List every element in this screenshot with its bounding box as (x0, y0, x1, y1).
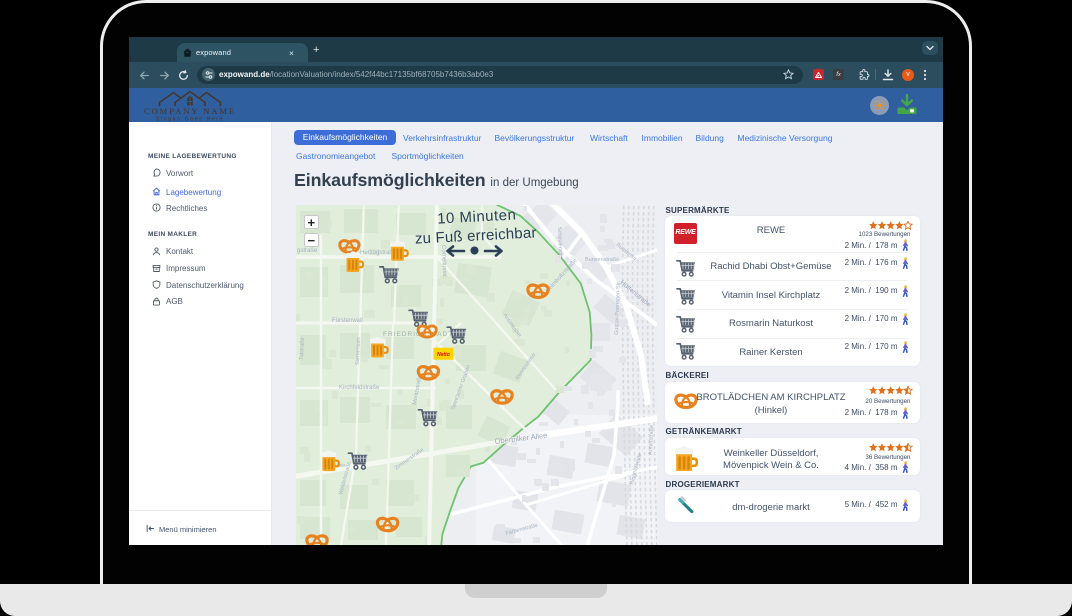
svg-text:Fürstenwall: Fürstenwall (332, 318, 363, 324)
svg-text:Talstraße: Talstraße (299, 337, 306, 360)
svg-text:Scheulenstr.: Scheulenstr. (556, 227, 563, 258)
svg-text:Siemensstr.: Siemensstr. (355, 336, 362, 365)
svg-text:Corneliusstr.: Corneliusstr. (440, 245, 447, 279)
svg-text:Bunsenstraße: Bunsenstraße (585, 257, 619, 263)
svg-text:gstraße: gstraße (297, 248, 318, 254)
svg-text:Arminstraße: Arminstraße (648, 425, 655, 455)
svg-text:Kirchfeldstraße: Kirchfeldstraße (339, 385, 380, 391)
svg-text:COMPANY NAME: COMPANY NAME (144, 106, 236, 116)
svg-text:Netto: Netto (437, 352, 450, 358)
